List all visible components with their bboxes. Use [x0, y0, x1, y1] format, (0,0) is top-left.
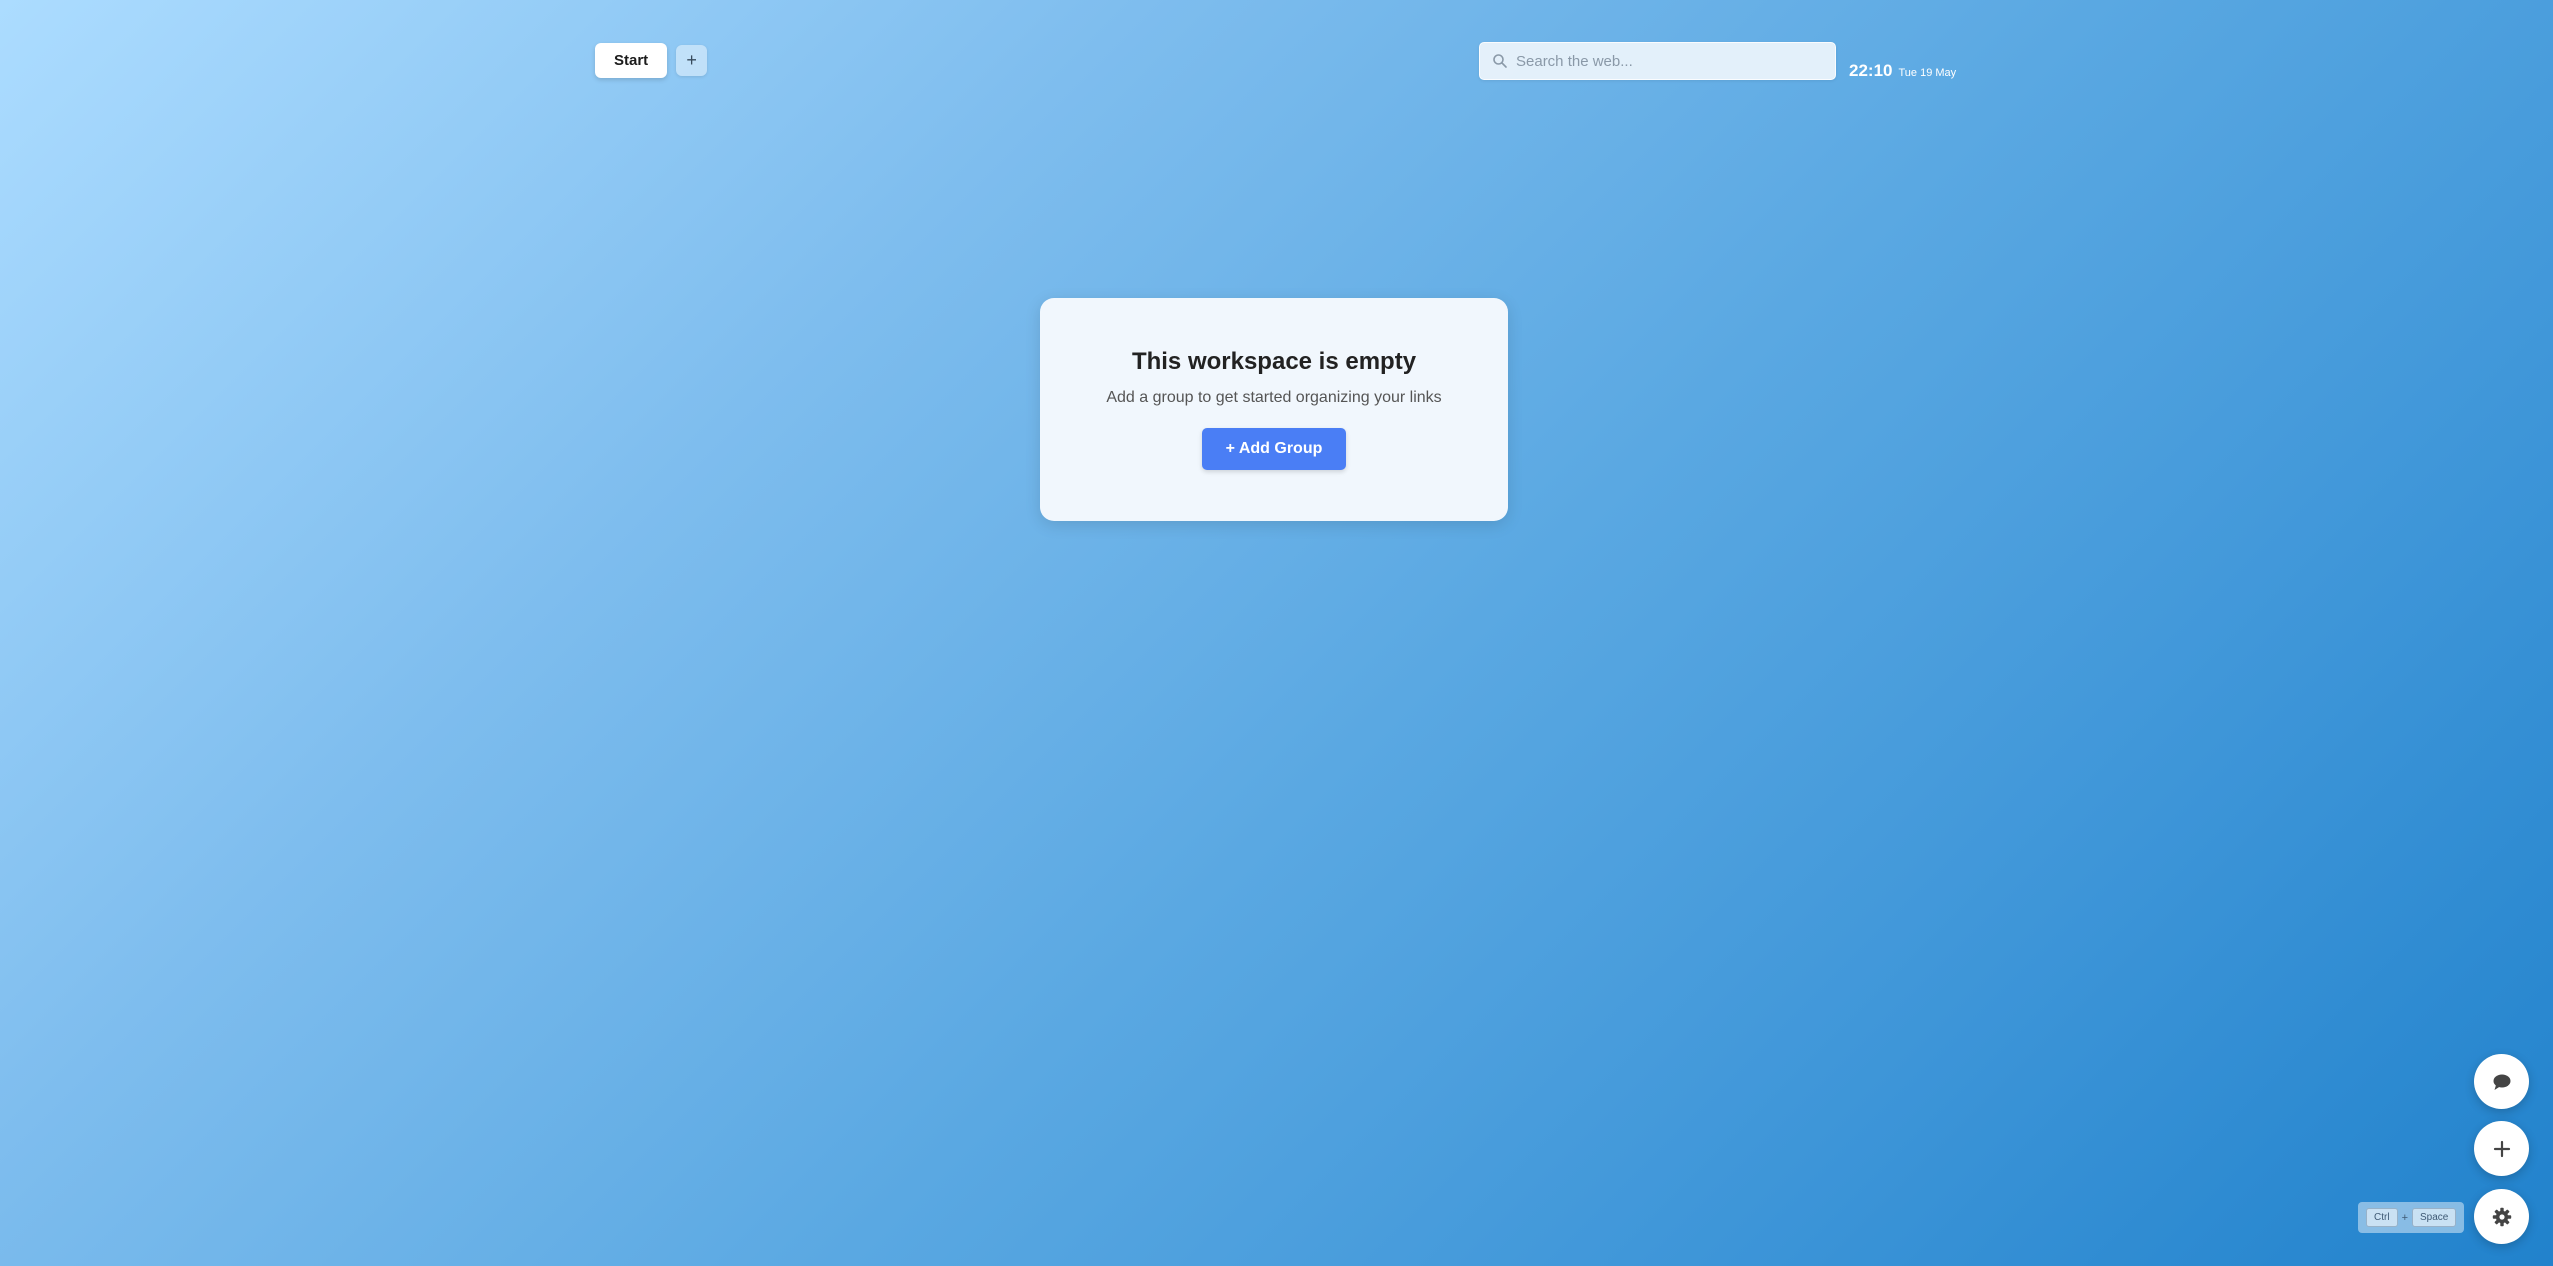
chat-bubble-icon [2493, 1074, 2510, 1090]
empty-subtitle: Add a group to get started organizing yo… [1106, 389, 1442, 406]
gear-icon [2492, 1207, 2511, 1226]
empty-workspace-card: This workspace is empty Add a group to g… [1040, 298, 1508, 521]
add-button[interactable] [2474, 1121, 2529, 1176]
clock: 22:10 Tue 19 May [1849, 61, 1956, 81]
chat-button[interactable] [2474, 1054, 2529, 1109]
empty-title: This workspace is empty [1131, 348, 1417, 375]
add-tab-button[interactable]: + [676, 45, 708, 76]
shortcut-key-ctrl: Ctrl [2366, 1208, 2398, 1227]
add-group-button[interactable]: + Add Group [1202, 428, 1346, 470]
settings-button[interactable] [2474, 1189, 2529, 1244]
clock-date: Tue 19 May [1898, 67, 1957, 79]
search-icon [1493, 54, 1507, 68]
search-bar[interactable] [1479, 42, 1836, 80]
keyboard-shortcut-hint: Ctrl + Space [2358, 1202, 2465, 1233]
plus-icon [2493, 1140, 2510, 1157]
tab-start[interactable]: Start [595, 43, 668, 78]
shortcut-separator: + [2401, 1211, 2408, 1224]
tab-bar: Start + [595, 43, 708, 78]
clock-time: 22:10 [1849, 61, 1893, 80]
shortcut-key-space: Space [2412, 1208, 2457, 1227]
search-input[interactable] [1516, 52, 1823, 70]
